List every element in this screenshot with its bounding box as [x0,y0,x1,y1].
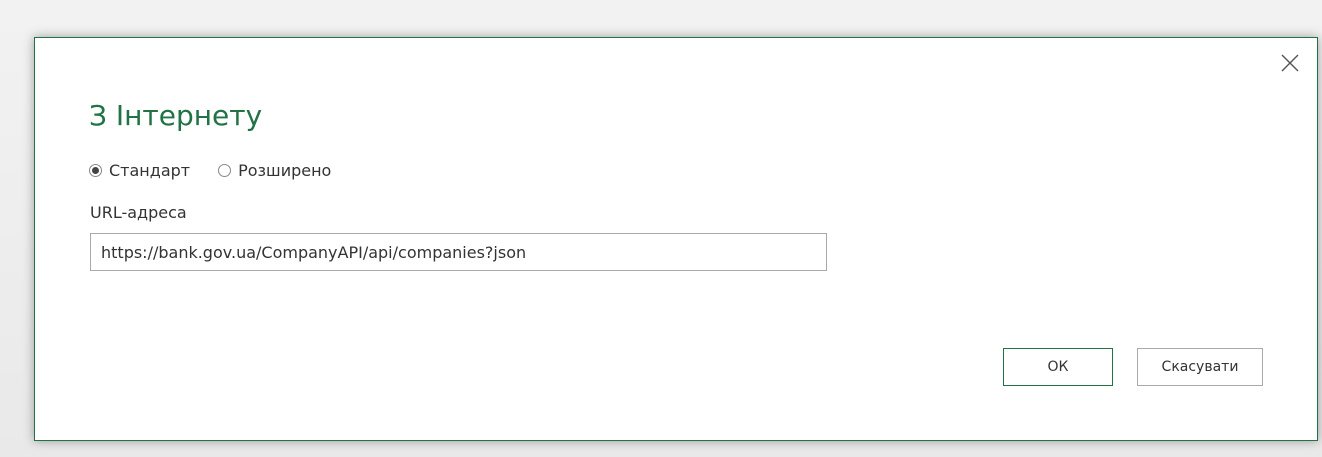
close-icon [1281,54,1299,72]
radio-advanced[interactable]: Розширено [218,161,331,180]
url-input[interactable] [90,233,827,271]
url-label: URL-адреса [90,203,187,222]
from-web-dialog: З Інтернету Стандарт Розширено URL-адрес… [34,37,1318,441]
cancel-button[interactable]: Скасувати [1137,348,1263,386]
close-button[interactable] [1279,52,1301,74]
dialog-title: З Інтернету [89,99,263,132]
ok-button[interactable]: ОК [1003,348,1113,386]
radio-unselected-icon [218,163,232,177]
mode-radio-group: Стандарт Розширено [89,159,359,181]
radio-standard-label: Стандарт [109,160,191,180]
radio-standard[interactable]: Стандарт [89,161,190,180]
radio-selected-icon [89,163,102,177]
radio-advanced-label: Розширено [238,160,332,180]
